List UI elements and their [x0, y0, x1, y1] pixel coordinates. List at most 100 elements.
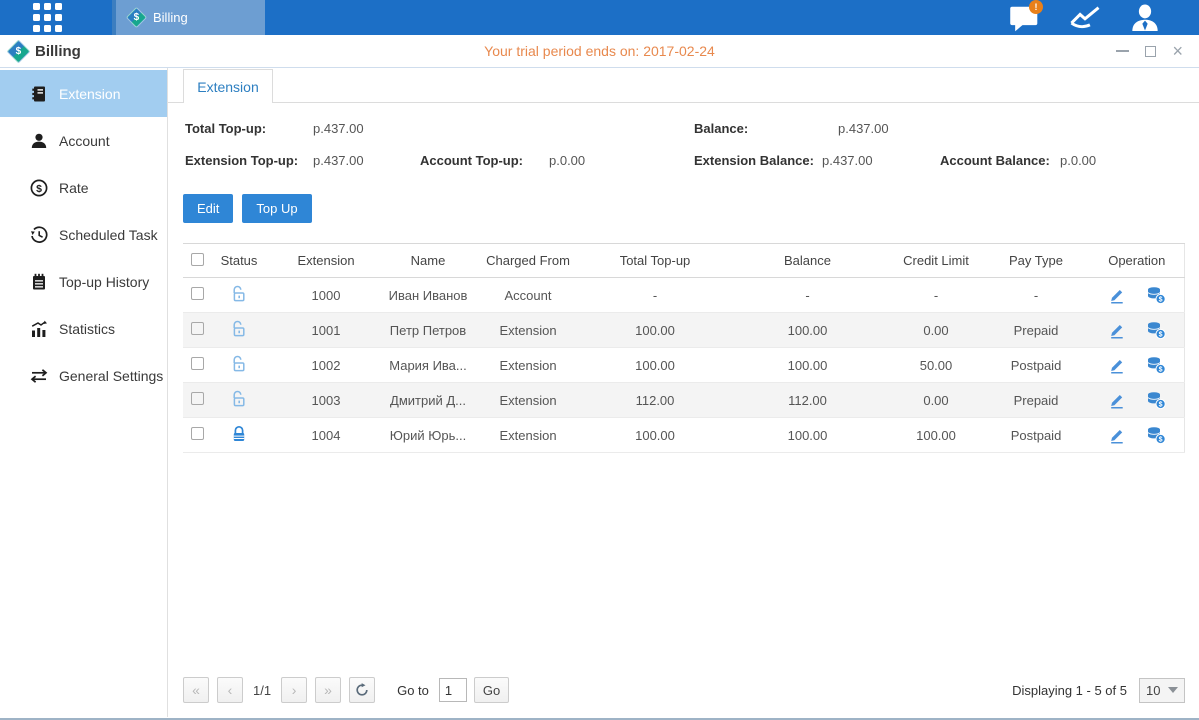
goto-label: Go to [397, 683, 429, 698]
extension-balance-value: p.437.00 [822, 153, 873, 168]
topup-extension-icon[interactable]: $ [1146, 356, 1166, 374]
sidebar-item-account[interactable]: Account [0, 117, 167, 164]
extension-cell: 1004 [267, 418, 385, 453]
balance-cell: 100.00 [725, 348, 890, 383]
svg-text:$: $ [1158, 401, 1162, 408]
edit-button[interactable]: Edit [183, 194, 233, 223]
sidebar-item-general-settings[interactable]: General Settings [0, 352, 167, 399]
sidebar-item-extension[interactable]: Extension [0, 70, 167, 117]
name-cell: Юрий Юрь... [385, 418, 471, 453]
next-page-button[interactable]: › [281, 677, 307, 703]
table-header-row: StatusExtensionNameCharged FromTotal Top… [183, 244, 1184, 278]
column-header-operation: Operation [1090, 244, 1184, 278]
goto-page-input[interactable] [439, 678, 467, 702]
person-icon [1129, 3, 1161, 32]
sidebar-item-label: Top-up History [59, 274, 149, 290]
topup-button[interactable]: Top Up [242, 194, 311, 223]
account-icon [30, 132, 48, 150]
topup-extension-icon[interactable]: $ [1146, 321, 1166, 339]
row-checkbox[interactable] [191, 392, 204, 405]
last-page-button[interactable]: » [315, 677, 341, 703]
balance-label: Balance: [694, 121, 748, 136]
sidebar-item-label: Rate [59, 180, 89, 196]
row-checkbox[interactable] [191, 427, 204, 440]
column-header-credit-limit: Credit Limit [890, 244, 982, 278]
edit-extension-icon[interactable] [1108, 356, 1128, 374]
prev-page-button[interactable]: ‹ [217, 677, 243, 703]
svg-text:$: $ [1158, 366, 1162, 373]
billing-title-icon: $ [6, 39, 30, 63]
tabstrip: Extension [183, 68, 1185, 103]
sidebar-item-rate[interactable]: $Rate [0, 164, 167, 211]
row-checkbox[interactable] [191, 322, 204, 335]
column-header-pay-type: Pay Type [982, 244, 1090, 278]
apps-grid-icon[interactable] [33, 3, 69, 32]
minimize-icon[interactable] [1116, 50, 1129, 52]
edit-extension-icon[interactable] [1108, 286, 1128, 304]
edit-extension-icon[interactable] [1108, 321, 1128, 339]
table-row: 1001Петр ПетровExtension100.00100.000.00… [183, 313, 1184, 348]
notifications-icon[interactable]: ! [1009, 5, 1041, 31]
account-topup-value: p.0.00 [549, 153, 585, 168]
credit-limit-cell: - [890, 278, 982, 313]
column-header-extension: Extension [267, 244, 385, 278]
total-topup-cell: 100.00 [585, 348, 725, 383]
pay-type-cell: Postpaid [982, 348, 1090, 383]
page-size-select[interactable]: 10 [1139, 678, 1185, 703]
pagination-bar: « ‹ 1/1 › » Go to Go Displaying 1 - 5 of… [183, 673, 1185, 707]
sidebar-item-label: Scheduled Task [59, 227, 158, 243]
select-all-checkbox[interactable] [191, 253, 204, 266]
sidebar-item-scheduled-task[interactable]: Scheduled Task [0, 211, 167, 258]
row-checkbox[interactable] [191, 287, 204, 300]
status-cell [211, 278, 267, 313]
go-button[interactable]: Go [474, 677, 509, 703]
notification-badge: ! [1029, 0, 1043, 14]
sidebar-item-label: Statistics [59, 321, 115, 337]
charged-from-cell: Extension [471, 383, 585, 418]
column-header-status: Status [211, 244, 267, 278]
displaying-text: Displaying 1 - 5 of 5 [1012, 683, 1127, 698]
lock-open-icon [231, 390, 247, 408]
resource-monitor-icon[interactable] [1069, 5, 1101, 31]
refresh-button[interactable] [349, 677, 375, 703]
svg-text:$: $ [1158, 331, 1162, 338]
spacer [183, 453, 1185, 673]
main-content: Extension Total Top-up: p.437.00 Balance… [168, 68, 1199, 717]
first-page-button[interactable]: « [183, 677, 209, 703]
topup-extension-icon[interactable]: $ [1146, 426, 1166, 444]
user-account-icon[interactable] [1129, 5, 1161, 31]
statistics-icon [30, 320, 48, 338]
checkbox-cell [183, 278, 211, 313]
extension-cell: 1000 [267, 278, 385, 313]
edit-extension-icon[interactable] [1108, 426, 1128, 444]
table-row: 1000Иван ИвановAccount----$ [183, 278, 1184, 313]
balance-cell: 112.00 [725, 383, 890, 418]
extension-cell: 1003 [267, 383, 385, 418]
edit-extension-icon[interactable] [1108, 391, 1128, 409]
tab-extension[interactable]: Extension [183, 69, 273, 103]
topup-extension-icon[interactable]: $ [1146, 286, 1166, 304]
extension-topup-label: Extension Top-up: [185, 153, 298, 168]
topbar-right: ! [1009, 0, 1199, 35]
line-chart-icon [1069, 4, 1101, 31]
status-cell [211, 313, 267, 348]
topup-extension-icon[interactable]: $ [1146, 391, 1166, 409]
pay-type-cell: Prepaid [982, 383, 1090, 418]
status-cell [211, 348, 267, 383]
table-row: 1002Мария Ива...Extension100.00100.0050.… [183, 348, 1184, 383]
status-cell [211, 383, 267, 418]
sidebar-item-statistics[interactable]: Statistics [0, 305, 167, 352]
sidebar: ExtensionAccount$Rate Scheduled Task Top-u… [0, 68, 168, 717]
column-header-balance: Balance [725, 244, 890, 278]
app-body: ExtensionAccount$RateScheduled TaskTop-u… [0, 68, 1199, 717]
maximize-icon[interactable] [1145, 46, 1156, 57]
close-icon[interactable]: × [1172, 46, 1183, 57]
row-checkbox[interactable] [191, 357, 204, 370]
total-topup-cell: 100.00 [585, 313, 725, 348]
extension-balance-label: Extension Balance: [694, 153, 814, 168]
page-title: Billing [35, 43, 81, 60]
sidebar-item-top-up-history[interactable]: Top-up History [0, 258, 167, 305]
checkbox-cell [183, 418, 211, 453]
checkbox-cell [183, 313, 211, 348]
topbar-tab-billing[interactable]: $ Billing [112, 0, 265, 35]
